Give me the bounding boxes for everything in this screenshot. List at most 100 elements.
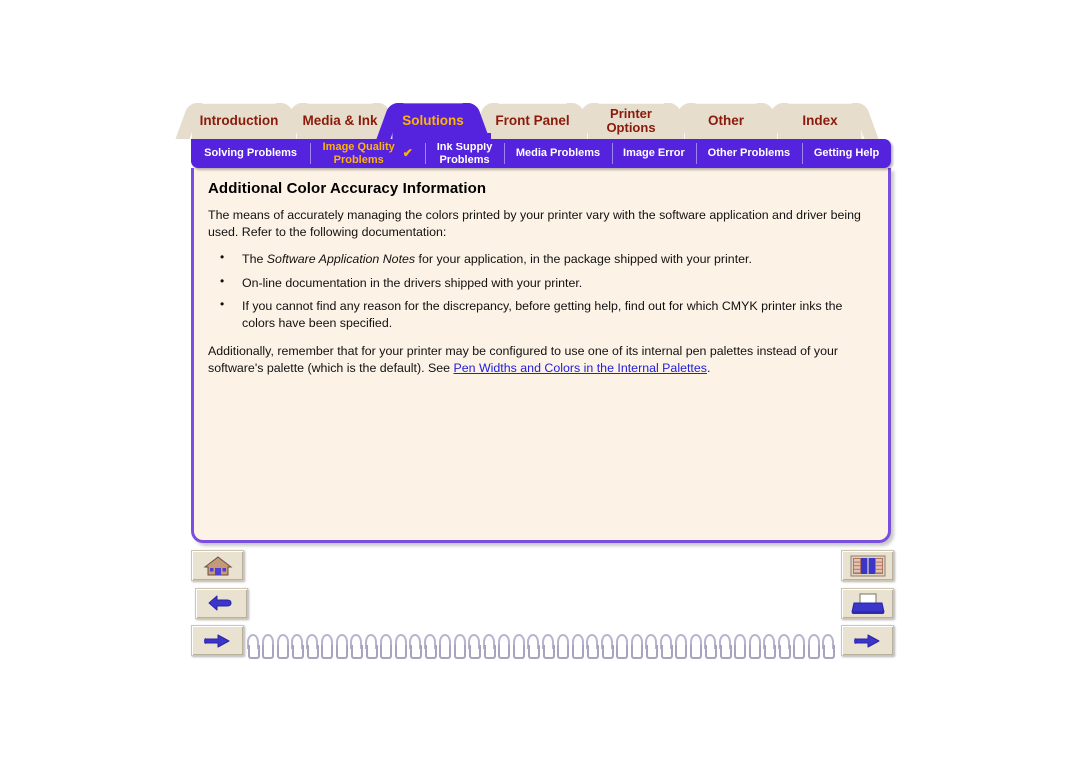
spiral-ring-stem: [291, 645, 304, 659]
main-tab-front-panel[interactable]: Front Panel: [487, 103, 578, 139]
spiral-ring: [585, 634, 599, 659]
spiral-ring: [335, 634, 348, 659]
check-icon: ✔: [402, 145, 413, 160]
main-tab-other[interactable]: Other: [684, 103, 768, 139]
spiral-ring: [394, 634, 407, 659]
spiral-ring: [379, 634, 393, 659]
spiral-ring-stem: [557, 645, 570, 659]
sub-tab-ink-supply-problems[interactable]: Ink Supply Problems: [425, 139, 504, 168]
spiral-ring: [600, 634, 614, 659]
spiral-ring: [320, 634, 334, 659]
spiral-ring: [556, 634, 570, 659]
main-tab-index[interactable]: Index: [777, 103, 863, 139]
spiral-ring: [364, 634, 378, 659]
forward-button-right[interactable]: [841, 625, 894, 656]
spiral-ring: [467, 634, 481, 659]
main-tab-label: Printer Options: [600, 107, 661, 134]
sub-tab-label-line2: Problems: [333, 153, 384, 166]
closing-text-post: .: [706, 360, 711, 375]
sub-tab-label: Image Error: [623, 147, 685, 160]
pointing-hand-icon: [853, 634, 879, 647]
spiral-binding: [246, 634, 836, 660]
spiral-ring: [733, 634, 747, 659]
bullet-text-post: for your application, in the package shi…: [415, 252, 752, 266]
spiral-ring: [762, 634, 776, 659]
home-button[interactable]: [191, 550, 244, 581]
sub-tab-label-line1: Ink Supply: [436, 141, 493, 154]
sub-tab-label-line2: Problems: [439, 153, 490, 166]
index-button[interactable]: [841, 550, 894, 581]
spiral-ring: [408, 634, 422, 659]
spiral-ring-stem: [660, 645, 673, 659]
main-tab-media-ink[interactable]: Media & Ink: [296, 103, 384, 139]
bullet-text-pre: The: [242, 252, 267, 266]
spiral-ring: [659, 634, 673, 659]
spiral-ring-stem: [586, 645, 599, 659]
spiral-ring: [438, 634, 452, 659]
spiral-ring: [349, 634, 363, 659]
sub-tab-getting-help[interactable]: Getting Help: [802, 139, 891, 168]
spiral-ring-stem: [498, 645, 511, 659]
sub-tab-media-problems[interactable]: Media Problems: [503, 139, 612, 168]
forward-button-left[interactable]: [191, 625, 244, 656]
home-icon: [203, 555, 232, 575]
spiral-ring: [748, 634, 761, 659]
spiral-ring: [526, 634, 540, 659]
page-title: Additional Color Accuracy Information: [208, 180, 487, 197]
list-item: If you cannot find any reason for the di…: [208, 297, 874, 331]
spiral-ring-stem: [262, 645, 275, 659]
sub-tab-label-group: Image Quality Problems ✔: [323, 141, 413, 166]
spiral-ring-stem: [690, 645, 702, 659]
back-button[interactable]: [195, 588, 248, 619]
spiral-ring-stem: [719, 645, 732, 659]
sub-tab-bar: Solving Problems Image Quality Problems …: [191, 139, 891, 168]
spiral-ring: [807, 634, 820, 659]
spiral-ring-stem: [247, 645, 260, 659]
list-item: On-line documentation in the drivers shi…: [208, 274, 874, 292]
spiral-ring-stem: [468, 645, 481, 659]
bullet-text-pre: If you cannot find any reason for the di…: [242, 299, 843, 330]
spiral-ring: [630, 634, 643, 659]
spiral-ring-stem: [277, 645, 289, 659]
list-item: The Software Application Notes for your …: [208, 250, 874, 268]
spiral-ring: [792, 634, 806, 659]
print-button[interactable]: [841, 588, 894, 619]
spiral-ring: [689, 634, 702, 659]
sub-tab-image-quality-problems[interactable]: Image Quality Problems ✔: [310, 139, 425, 168]
main-tab-label-line2: Options: [606, 120, 656, 135]
spiral-ring-stem: [439, 645, 452, 659]
spiral-ring-stem: [645, 645, 658, 659]
spiral-ring: [644, 634, 658, 659]
main-tab-printer-options[interactable]: Printer Options: [587, 103, 675, 139]
spiral-ring: [615, 634, 629, 659]
index-bookshelf-icon: [850, 555, 885, 576]
internal-palettes-link[interactable]: Pen Widths and Colors in the Internal Pa…: [453, 361, 706, 375]
spiral-ring-stem: [808, 645, 820, 659]
sub-tab-solving-problems[interactable]: Solving Problems: [191, 139, 310, 168]
spiral-ring-stem: [675, 645, 688, 659]
spiral-ring-stem: [793, 645, 806, 659]
main-tab-introduction[interactable]: Introduction: [191, 103, 287, 139]
main-tab-label: Introduction: [199, 112, 279, 128]
sub-tab-label: Getting Help: [813, 147, 880, 160]
spiral-ring: [453, 634, 466, 659]
spiral-ring-stem: [542, 645, 555, 659]
spiral-ring: [482, 634, 496, 659]
sub-tab-label: Other Problems: [707, 147, 791, 160]
sub-tab-label: Image Quality Problems: [323, 141, 395, 166]
document-content: Additional Color Accuracy Information Th…: [194, 168, 888, 376]
spiral-ring: [276, 634, 289, 659]
main-tab-label: Front Panel: [495, 112, 570, 128]
sub-tab-image-error[interactable]: Image Error: [612, 139, 696, 168]
spiral-ring-stem: [424, 645, 437, 659]
main-tab-bar: Introduction Media & Ink Solutions Front…: [191, 103, 901, 139]
spiral-ring: [423, 634, 437, 659]
bullet-text-italic: Software Application Notes: [266, 252, 416, 266]
active-tab-seam: [399, 133, 491, 143]
spiral-ring: [571, 634, 584, 659]
sub-tab-label-line1: Image Quality: [322, 141, 395, 154]
spiral-ring-stem: [601, 645, 614, 659]
spiral-ring-stem: [365, 645, 378, 659]
sub-tab-other-problems[interactable]: Other Problems: [695, 139, 802, 168]
main-tab-label-line1: Printer: [610, 106, 652, 122]
